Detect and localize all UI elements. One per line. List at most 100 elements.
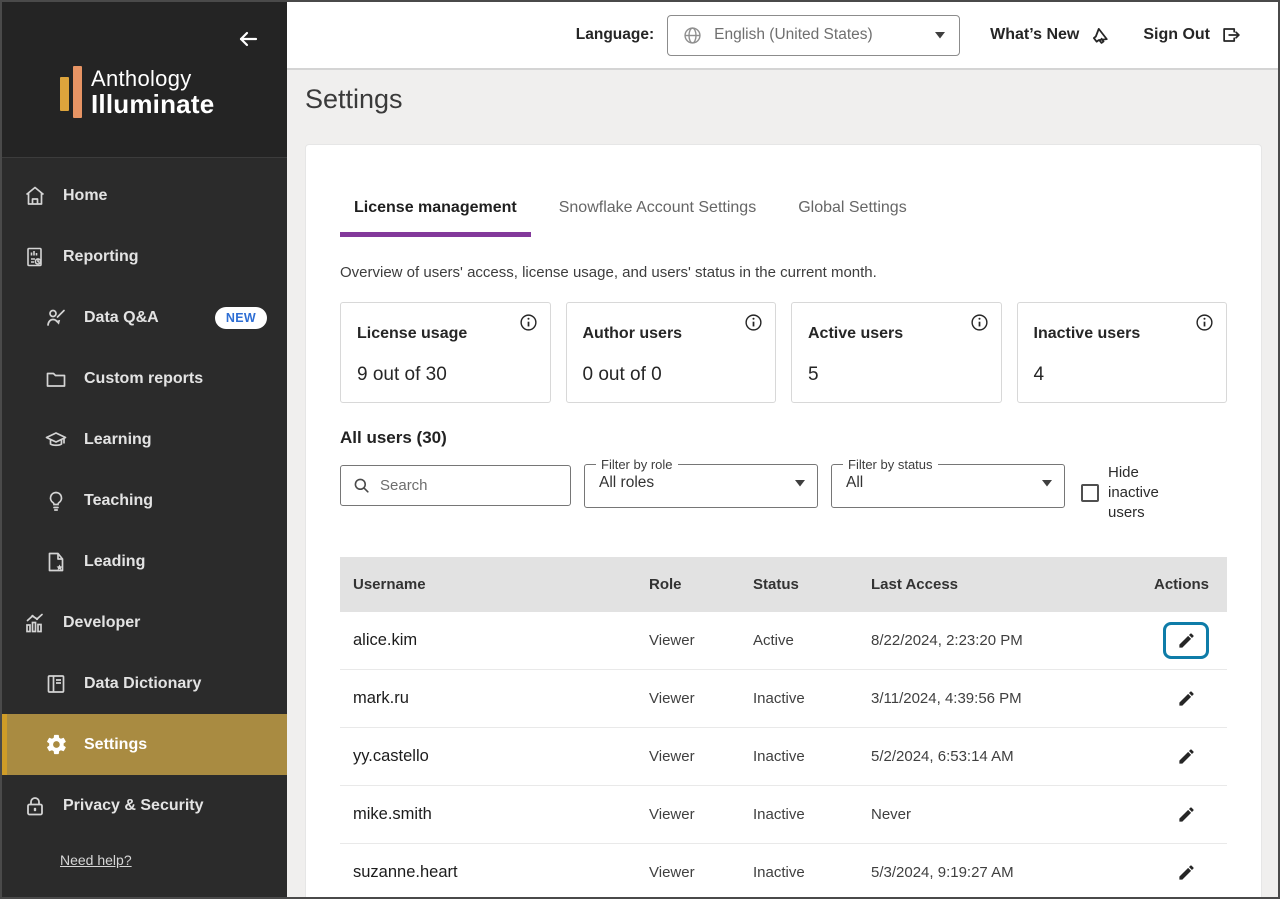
role-cell: Viewer xyxy=(649,806,753,823)
sidebar-item-reporting[interactable]: Reporting xyxy=(2,226,287,287)
globe-icon xyxy=(682,25,703,46)
status-cell: Inactive xyxy=(753,806,871,823)
collapse-sidebar-button[interactable] xyxy=(233,24,263,54)
sidebar-item-custom-reports[interactable]: Custom reports xyxy=(2,348,287,409)
search-box xyxy=(340,465,571,506)
edit-user-button[interactable] xyxy=(1163,796,1209,833)
sidebar-item-privacy-security[interactable]: Privacy & Security xyxy=(2,775,287,836)
tab-global-settings[interactable]: Global Settings xyxy=(784,199,921,237)
reporting-icon xyxy=(22,244,48,270)
language-label: Language: xyxy=(576,26,654,44)
chevron-down-icon xyxy=(935,32,945,39)
page-title: Settings xyxy=(305,84,1262,115)
language-group: Language: English (United States) xyxy=(576,15,960,56)
gear-icon xyxy=(43,732,69,758)
sidebar-item-label: Reporting xyxy=(63,248,139,266)
folder-icon xyxy=(43,366,69,392)
stat-label: License usage xyxy=(357,325,534,343)
column-header-status: Status xyxy=(753,576,871,593)
sign-out-button[interactable]: Sign Out xyxy=(1143,24,1242,46)
sidebar-item-teaching[interactable]: Teaching xyxy=(2,470,287,531)
hide-inactive-users-label: Hide inactive users xyxy=(1108,463,1166,523)
sidebar-item-label: Privacy & Security xyxy=(63,797,204,815)
info-icon[interactable] xyxy=(519,312,539,332)
info-icon[interactable] xyxy=(970,312,990,332)
whats-new-label: What’s New xyxy=(990,26,1079,44)
megaphone-icon xyxy=(1089,23,1113,47)
language-selected-value: English (United States) xyxy=(714,26,924,44)
data-qa-icon xyxy=(43,305,69,331)
sidebar-item-label: Leading xyxy=(84,553,145,571)
tab-snowflake-account-settings[interactable]: Snowflake Account Settings xyxy=(545,199,770,237)
last-access-cell: 3/11/2024, 4:39:56 PM xyxy=(871,690,1133,707)
column-header-actions: Actions xyxy=(1154,576,1209,593)
topbar: Language: English (United States) What’s… xyxy=(287,2,1278,70)
hide-inactive-users-checkbox[interactable] xyxy=(1081,484,1099,502)
edit-user-button[interactable] xyxy=(1163,622,1209,659)
whats-new-button[interactable]: What’s New xyxy=(990,23,1113,47)
edit-user-button[interactable] xyxy=(1163,680,1209,717)
edit-user-button[interactable] xyxy=(1163,738,1209,775)
stat-card-license-usage: License usage 9 out of 30 xyxy=(340,302,551,403)
role-cell: Viewer xyxy=(649,748,753,765)
page-star-icon xyxy=(43,549,69,575)
logo-brand: Anthology xyxy=(91,68,214,91)
lightbulb-icon xyxy=(43,488,69,514)
users-table: Username Role Status Last Access Actions… xyxy=(340,557,1227,897)
tab-bar: License management Snowflake Account Set… xyxy=(340,199,1227,237)
info-icon[interactable] xyxy=(1195,312,1215,332)
need-help-link[interactable]: Need help? xyxy=(60,852,132,868)
table-header-row: Username Role Status Last Access Actions xyxy=(340,557,1227,612)
sidebar-item-learning[interactable]: Learning xyxy=(2,409,287,470)
search-icon xyxy=(352,476,371,495)
sign-out-label: Sign Out xyxy=(1143,26,1210,44)
stat-value: 5 xyxy=(808,364,985,386)
sidebar-nav: Home Reporting Data Q&A NEW Custom repo xyxy=(2,158,287,886)
anthology-illuminate-logo: Anthology Illuminate xyxy=(60,66,214,118)
sidebar: Anthology Illuminate Home Reporting xyxy=(2,2,287,897)
role-cell: Viewer xyxy=(649,632,753,649)
dictionary-icon xyxy=(43,671,69,697)
sidebar-item-settings[interactable]: Settings xyxy=(2,714,287,775)
main-area: Language: English (United States) What’s… xyxy=(287,2,1278,897)
stat-value: 9 out of 30 xyxy=(357,364,534,386)
sidebar-item-label: Home xyxy=(63,187,107,205)
status-cell: Inactive xyxy=(753,748,871,765)
sidebar-item-label: Custom reports xyxy=(84,370,203,388)
pencil-icon xyxy=(1177,689,1196,708)
username-cell: yy.castello xyxy=(353,747,649,766)
tab-license-management[interactable]: License management xyxy=(340,199,531,237)
filters-row: Filter by role All roles Filter by statu… xyxy=(340,457,1227,523)
username-cell: suzanne.heart xyxy=(353,863,649,882)
status-cell: Inactive xyxy=(753,690,871,707)
stat-card-inactive-users: Inactive users 4 xyxy=(1017,302,1228,403)
role-cell: Viewer xyxy=(649,690,753,707)
status-cell: Inactive xyxy=(753,864,871,881)
filter-by-role-select[interactable]: Filter by role All roles xyxy=(584,457,818,508)
lock-icon xyxy=(22,793,48,819)
home-icon xyxy=(22,183,48,209)
edit-user-button[interactable] xyxy=(1163,854,1209,891)
stat-card-author-users: Author users 0 out of 0 xyxy=(566,302,777,403)
sidebar-item-label: Developer xyxy=(63,614,140,632)
sidebar-item-leading[interactable]: Leading xyxy=(2,531,287,592)
language-select[interactable]: English (United States) xyxy=(667,15,960,56)
sidebar-item-data-dictionary[interactable]: Data Dictionary xyxy=(2,653,287,714)
column-header-username: Username xyxy=(353,576,649,593)
all-users-heading: All users (30) xyxy=(340,428,1227,448)
sidebar-item-data-qa[interactable]: Data Q&A NEW xyxy=(2,287,287,348)
stat-cards: License usage 9 out of 30 Author users 0… xyxy=(340,302,1227,403)
info-icon[interactable] xyxy=(744,312,764,332)
sidebar-item-label: Data Dictionary xyxy=(84,675,201,693)
stat-card-active-users: Active users 5 xyxy=(791,302,1002,403)
filter-by-status-label: Filter by status xyxy=(843,457,938,472)
sidebar-item-developer[interactable]: Developer xyxy=(2,592,287,653)
pencil-icon xyxy=(1177,863,1196,882)
logo-bars-icon xyxy=(60,66,82,118)
pencil-icon xyxy=(1177,747,1196,766)
filter-by-status-select[interactable]: Filter by status All xyxy=(831,457,1065,508)
sidebar-item-home[interactable]: Home xyxy=(2,165,287,226)
search-input[interactable] xyxy=(380,477,559,494)
last-access-cell: 5/2/2024, 6:53:14 AM xyxy=(871,748,1133,765)
table-row: alice.kim Viewer Active 8/22/2024, 2:23:… xyxy=(340,612,1227,670)
